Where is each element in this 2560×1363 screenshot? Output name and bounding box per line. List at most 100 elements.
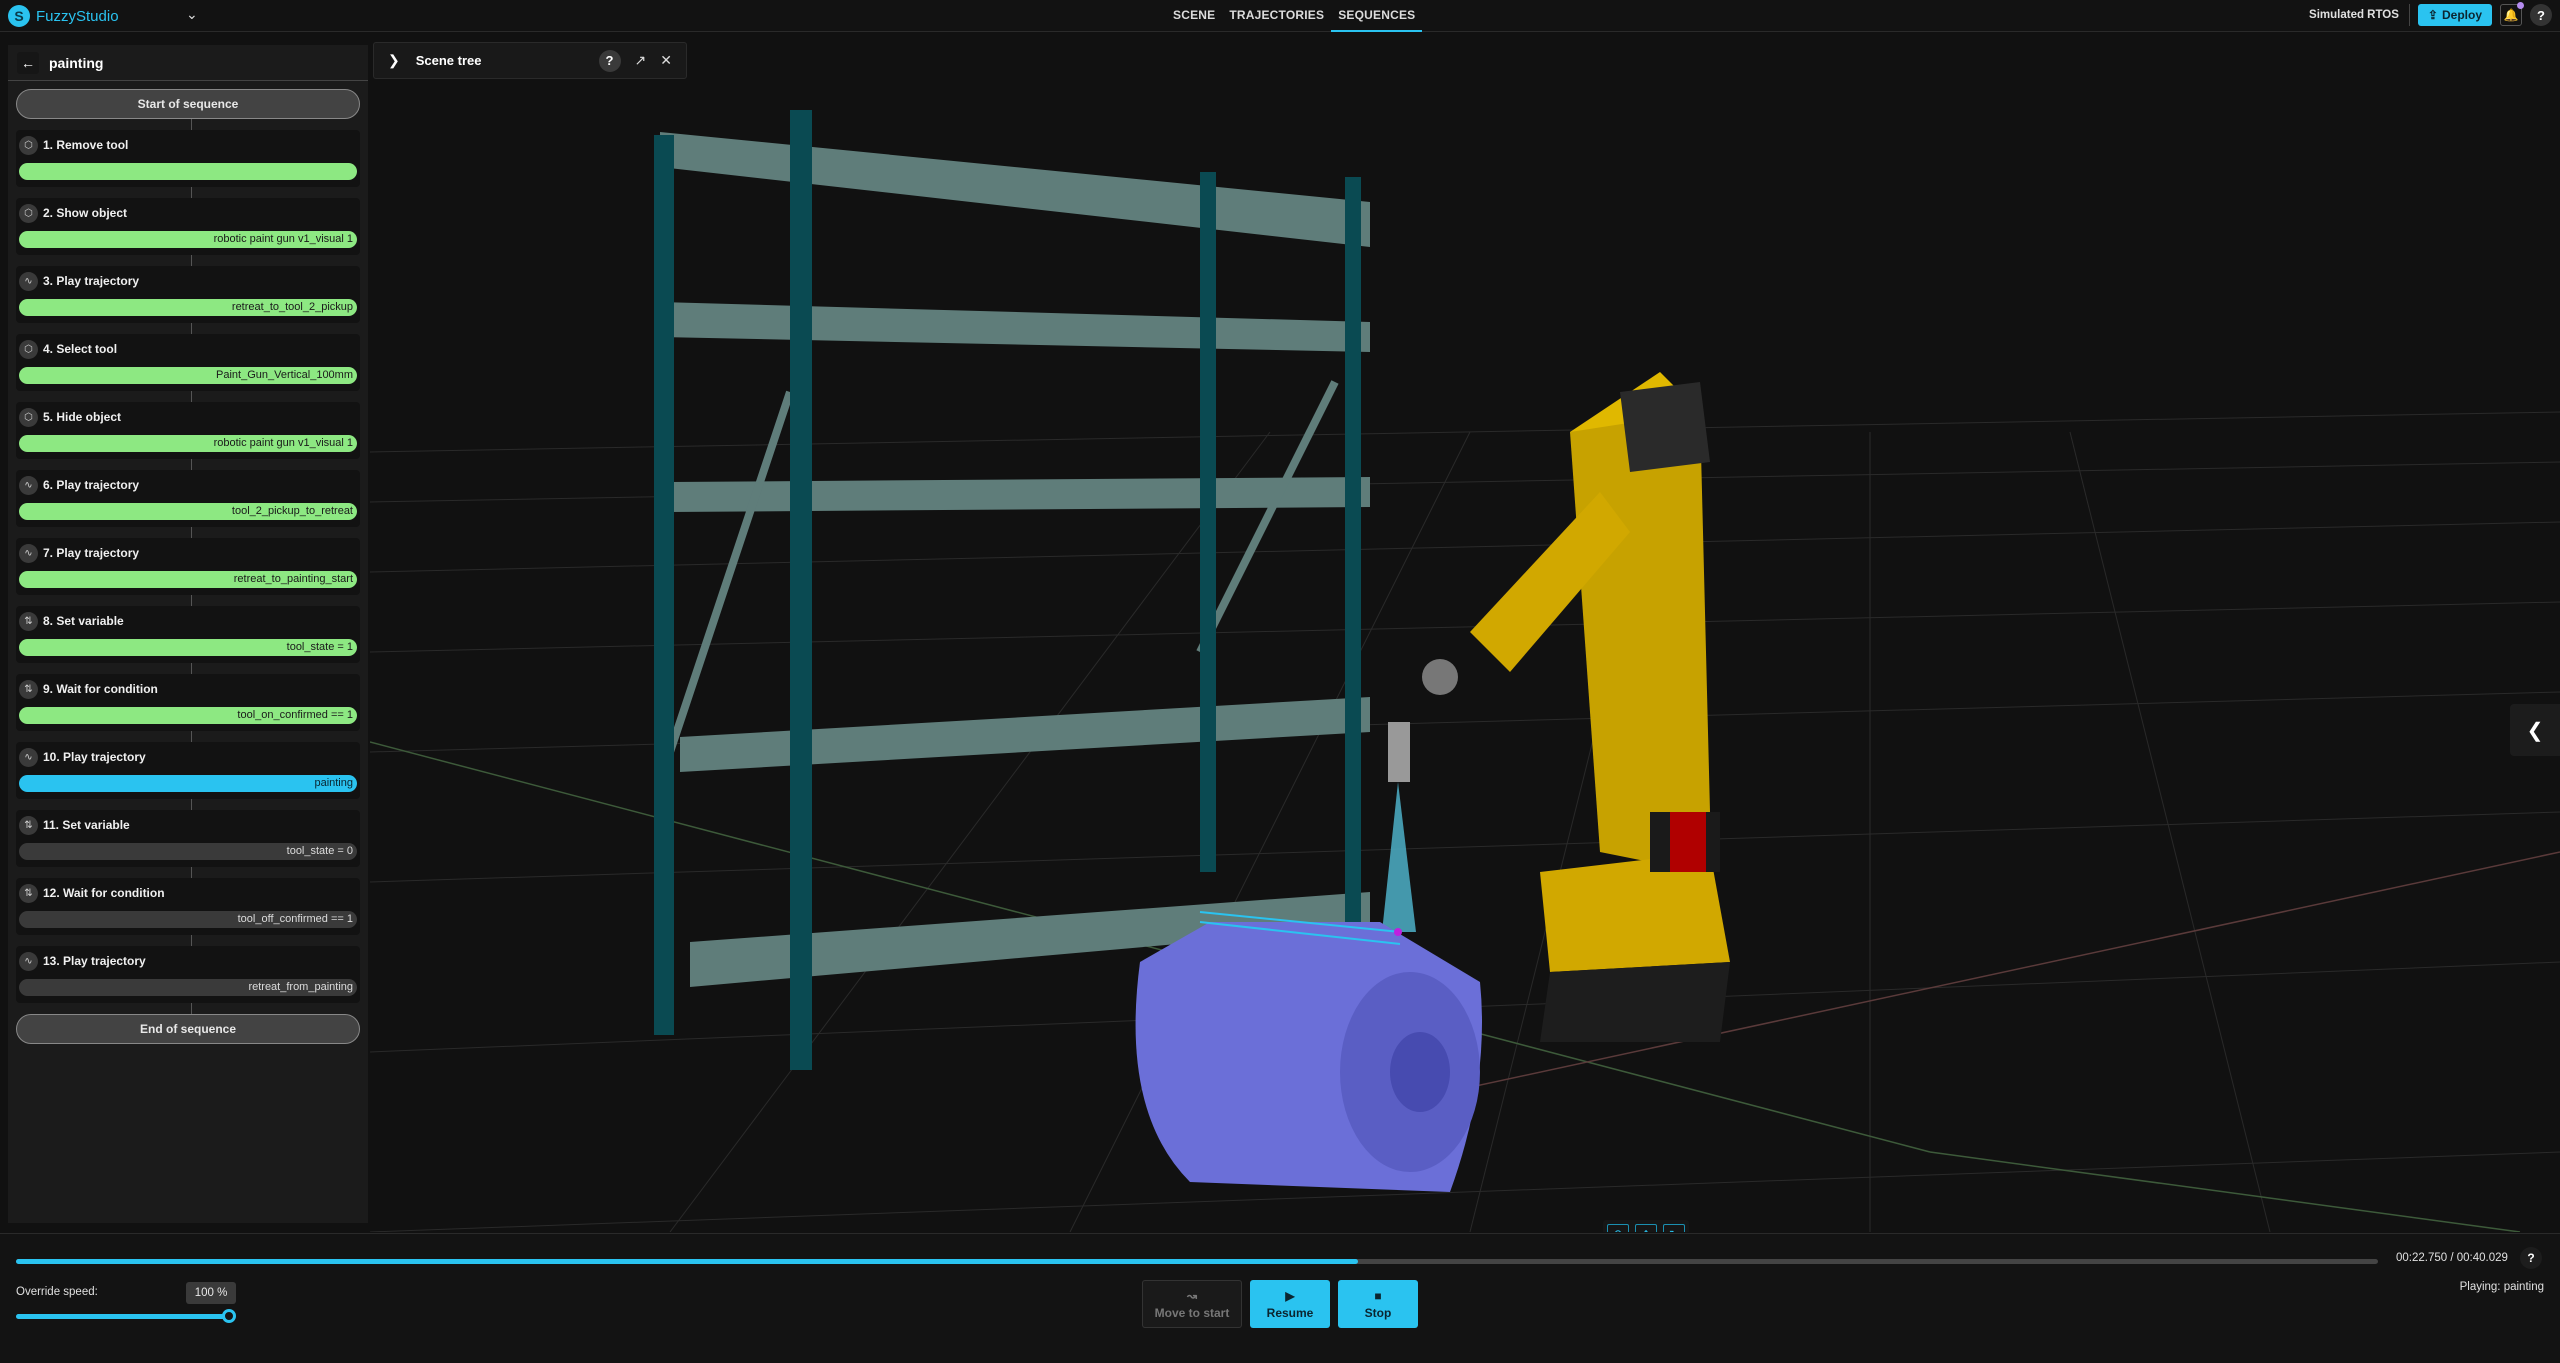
- top-right-controls: Simulated RTOS ⇪ Deploy 🔔 ?: [2309, 2, 2552, 26]
- sequence-step[interactable]: ⇅ 11. Set variable tool_state = 0: [16, 810, 360, 867]
- step-label: 11. Set variable: [43, 818, 130, 832]
- override-speed-slider[interactable]: [16, 1309, 236, 1323]
- step-connector: [191, 187, 192, 198]
- trajectory-icon: ∿: [19, 271, 38, 291]
- close-icon[interactable]: ✕: [660, 52, 672, 69]
- trajectory-icon: ∿: [19, 951, 38, 971]
- sequence-step[interactable]: ∿ 3. Play trajectory retreat_to_tool_2_pic…: [16, 266, 360, 323]
- step-label: 9. Wait for condition: [43, 682, 158, 696]
- step-progress-bar: painting: [19, 775, 357, 792]
- trajectory-icon: ∿: [19, 475, 38, 495]
- move-gizmo-icon[interactable]: ✥: [1635, 1224, 1657, 1232]
- sequence-step[interactable]: ⬡ 5. Hide object robotic paint gun v1_visu…: [16, 402, 360, 459]
- step-progress-bar: robotic paint gun v1_visual 1: [19, 435, 357, 452]
- step-label: 1. Remove tool: [43, 138, 129, 152]
- deploy-button[interactable]: ⇪ Deploy: [2417, 4, 2492, 26]
- step-label: 5. Hide object: [43, 410, 122, 424]
- speed-slider-thumb[interactable]: [222, 1309, 236, 1323]
- step-header: ⬡ 1. Remove tool: [19, 134, 357, 156]
- step-header: ⇅ 9. Wait for condition: [19, 678, 357, 700]
- logo-icon: S: [8, 5, 30, 27]
- scene-tree-panel: ❯ Scene tree ? ↗ ✕: [373, 42, 687, 79]
- step-list: ⬡ 1. Remove tool ⬡ 2. Show object robotic pa…: [16, 119, 360, 1014]
- step-connector: [191, 255, 192, 266]
- step-progress-bar: tool_2_pickup_to_retreat: [19, 503, 357, 520]
- step-header: ⬡ 5. Hide object: [19, 406, 357, 428]
- step-progress-bar: tool_state = 0: [19, 843, 357, 860]
- move-to-start-button[interactable]: ↝ Move to start: [1142, 1280, 1242, 1328]
- sequence-step[interactable]: ⬡ 4. Select tool Paint_Gun_Vertical_100mm: [16, 334, 360, 391]
- step-header: ⇅ 8. Set variable: [19, 610, 357, 632]
- sequence-step[interactable]: ⇅ 8. Set variable tool_state = 1: [16, 606, 360, 663]
- step-progress-bar: retreat_from_painting: [19, 979, 357, 996]
- upload-icon: ⇪: [2427, 8, 2438, 22]
- step-connector: [191, 527, 192, 538]
- step-progress-bar: Paint_Gun_Vertical_100mm: [19, 367, 357, 384]
- step-label: 12. Wait for condition: [43, 886, 165, 900]
- step-progress-bar: tool_off_confirmed == 1: [19, 911, 357, 928]
- robot-arm: [1422, 372, 1730, 1042]
- resume-button[interactable]: ▶ Resume: [1250, 1280, 1330, 1328]
- start-of-sequence[interactable]: Start of sequence: [16, 89, 360, 119]
- step-progress-bar: tool_state = 1: [19, 639, 357, 656]
- cube-icon: ⬡: [19, 203, 38, 223]
- sequence-step[interactable]: ∿ 7. Play trajectory retreat_to_painting_s…: [16, 538, 360, 595]
- help-button[interactable]: ?: [2530, 4, 2552, 26]
- step-header: ∿ 13. Play trajectory: [19, 950, 357, 972]
- orbit-icon[interactable]: ↻: [1663, 1224, 1685, 1232]
- sequence-step[interactable]: ∿ 6. Play trajectory tool_2_pickup_to_retr…: [16, 470, 360, 527]
- step-connector: [191, 935, 192, 946]
- sequence-step[interactable]: ⬡ 1. Remove tool: [16, 130, 360, 187]
- playback-help-button[interactable]: ?: [2520, 1247, 2542, 1269]
- end-of-sequence[interactable]: End of sequence: [16, 1014, 360, 1044]
- variable-icon: ⇅: [19, 679, 38, 699]
- app-logo[interactable]: S FuzzyStudio: [8, 5, 119, 27]
- sequence-sidebar: ← painting Start of sequence ⬡ 1. Remove …: [8, 45, 368, 1223]
- right-panel-toggle[interactable]: ❮: [2510, 704, 2560, 756]
- 3d-viewport[interactable]: ❮ ⚲ ✥ ↻ Z X Y: [370, 32, 2560, 1232]
- resume-label: Resume: [1266, 1305, 1314, 1320]
- step-label: 8. Set variable: [43, 614, 124, 628]
- step-progress-bar: [19, 163, 357, 180]
- step-label: 4. Select tool: [43, 342, 118, 356]
- time-readout: 00:22.750 / 00:40.029: [2396, 1252, 2508, 1264]
- step-progress-bar: retreat_to_painting_start: [19, 571, 357, 588]
- move-to-start-label: Move to start: [1154, 1305, 1230, 1320]
- step-label: 3. Play trajectory: [43, 274, 140, 288]
- scene-tree-help-button[interactable]: ?: [598, 49, 621, 72]
- step-connector: [191, 1003, 192, 1014]
- tab-sequences[interactable]: SEQUENCES: [1331, 0, 1423, 32]
- step-label: 7. Play trajectory: [43, 546, 140, 560]
- step-header: ⬡ 4. Select tool: [19, 338, 357, 360]
- sequence-step[interactable]: ∿ 13. Play trajectory retreat_from_paintin…: [16, 946, 360, 1003]
- stop-icon: ■: [1374, 1288, 1382, 1303]
- expand-chevron-icon[interactable]: ❯: [388, 52, 400, 69]
- step-header: ⬡ 2. Show object: [19, 202, 357, 224]
- popout-icon[interactable]: ↗: [635, 52, 647, 69]
- scene-render[interactable]: [370, 32, 2560, 1232]
- play-icon: ▶: [1285, 1288, 1295, 1303]
- step-header: ∿ 3. Play trajectory: [19, 270, 357, 292]
- step-header: ⇅ 12. Wait for condition: [19, 882, 357, 904]
- sequence-step[interactable]: ⬡ 2. Show object robotic paint gun v1_visu…: [16, 198, 360, 255]
- step-progress-bar: robotic paint gun v1_visual 1: [19, 231, 357, 248]
- tab-scene[interactable]: SCENE: [1166, 0, 1222, 32]
- deploy-label: Deploy: [2441, 8, 2482, 22]
- override-speed-value[interactable]: 100 %: [186, 1282, 236, 1304]
- variable-icon: ⇅: [19, 611, 38, 631]
- runtime-label: Simulated RTOS: [2309, 4, 2410, 26]
- tab-trajectories[interactable]: TRAJECTORIES: [1222, 0, 1331, 32]
- back-button[interactable]: ←: [17, 51, 39, 74]
- chevron-down-icon[interactable]: ⌄: [186, 6, 198, 23]
- variable-icon: ⇅: [19, 815, 38, 835]
- sequence-step[interactable]: ∿ 10. Play trajectory painting: [16, 742, 360, 799]
- viewport-toolbar: ⚲ ✥ ↻: [1603, 1220, 1689, 1232]
- step-header: ⇅ 11. Set variable: [19, 814, 357, 836]
- sequence-step[interactable]: ⇅ 12. Wait for condition tool_off_confirme…: [16, 878, 360, 935]
- step-connector: [191, 391, 192, 402]
- notifications-button[interactable]: 🔔: [2500, 2, 2524, 26]
- stop-button[interactable]: ■ Stop: [1338, 1280, 1418, 1328]
- zoom-fit-icon[interactable]: ⚲: [1607, 1224, 1629, 1232]
- sequence-step[interactable]: ⇅ 9. Wait for condition tool_on_confirmed …: [16, 674, 360, 731]
- timeline-scrubber[interactable]: [16, 1259, 2378, 1264]
